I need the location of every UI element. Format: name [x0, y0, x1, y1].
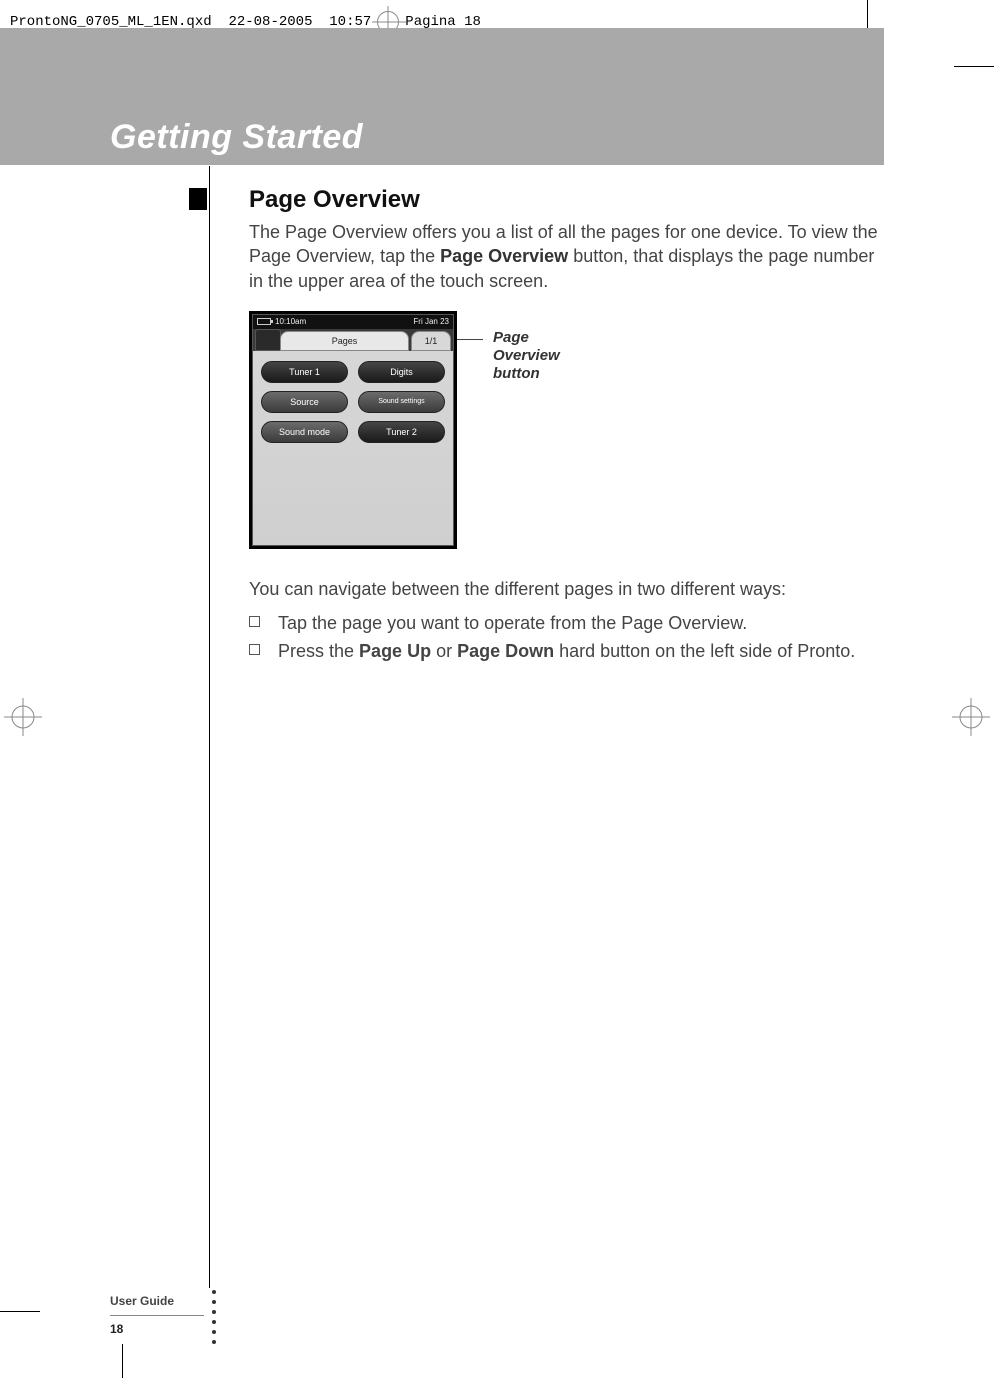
square-bullet-icon [249, 644, 260, 655]
pill-sound-mode: Sound mode [261, 421, 348, 443]
callout-line3: button [493, 365, 540, 382]
bullet-list: Tap the page you want to operate from th… [249, 611, 885, 664]
device-inner: 10:10am Fri Jan 23 Pages 1/1 Tuner 1 Dig… [252, 314, 454, 546]
footer-dots-icon [212, 1290, 216, 1344]
bullet-text-2: Press the Page Up or Page Down hard butt… [278, 639, 855, 663]
intro-text-bold: Page Overview [440, 246, 568, 266]
intro-paragraph: The Page Overview offers you a list of a… [249, 220, 885, 293]
footer-page-number: 18 [110, 1322, 204, 1336]
chapter-title: Getting Started [110, 118, 363, 157]
callout-line1: Page [493, 329, 529, 346]
tab-pagenum: 1/1 [411, 331, 451, 351]
callout-leader-line [457, 339, 483, 340]
device-menu-icon [255, 329, 281, 351]
footer-label: User Guide [110, 1294, 204, 1311]
callout-line2: Overview [493, 347, 560, 364]
tab-pages: Pages [280, 331, 409, 351]
device-screen-body: Tuner 1 Digits Source Sound settings Sou… [253, 351, 453, 453]
heading-bullet-icon [189, 188, 207, 210]
crop-mark-icon [122, 1344, 123, 1378]
status-left: 10:10am [257, 317, 306, 326]
crop-mark-icon [0, 1311, 40, 1312]
registration-mark-icon [0, 692, 48, 742]
battery-icon [257, 318, 271, 325]
margin-divider [209, 166, 210, 1288]
section-title: Page Overview [249, 186, 420, 214]
pill-tuner1: Tuner 1 [261, 361, 348, 383]
figure-row: 10:10am Fri Jan 23 Pages 1/1 Tuner 1 Dig… [249, 311, 885, 549]
content-column: Page Overview The Page Overview offers y… [215, 182, 885, 668]
footer-divider [110, 1315, 204, 1316]
square-bullet-icon [249, 616, 260, 627]
registration-mark-icon [946, 692, 994, 742]
device-tab-row: Pages 1/1 [253, 329, 453, 351]
status-date: Fri Jan 23 [413, 317, 449, 326]
section-heading-row: Page Overview [215, 186, 885, 214]
list-item: Press the Page Up or Page Down hard butt… [249, 639, 885, 663]
bullet-text-1: Tap the page you want to operate from th… [278, 611, 747, 635]
device-screenshot: 10:10am Fri Jan 23 Pages 1/1 Tuner 1 Dig… [249, 311, 457, 549]
footer-block: User Guide 18 [110, 1294, 204, 1336]
list-item: Tap the page you want to operate from th… [249, 611, 885, 635]
device-status-bar: 10:10am Fri Jan 23 [253, 315, 453, 329]
callout-label: Page Overview button [493, 329, 560, 383]
pill-source: Source [261, 391, 348, 413]
pill-sound-settings: Sound settings [358, 391, 445, 413]
status-time: 10:10am [275, 317, 306, 326]
chapter-banner: Getting Started [0, 28, 884, 165]
pill-tuner2: Tuner 2 [358, 421, 445, 443]
pill-digits: Digits [358, 361, 445, 383]
page: ProntoNG_0705_ML_1EN.qxd 22-08-2005 10:5… [0, 0, 994, 1378]
crop-mark-icon [954, 66, 994, 67]
navigate-paragraph: You can navigate between the different p… [249, 577, 885, 601]
